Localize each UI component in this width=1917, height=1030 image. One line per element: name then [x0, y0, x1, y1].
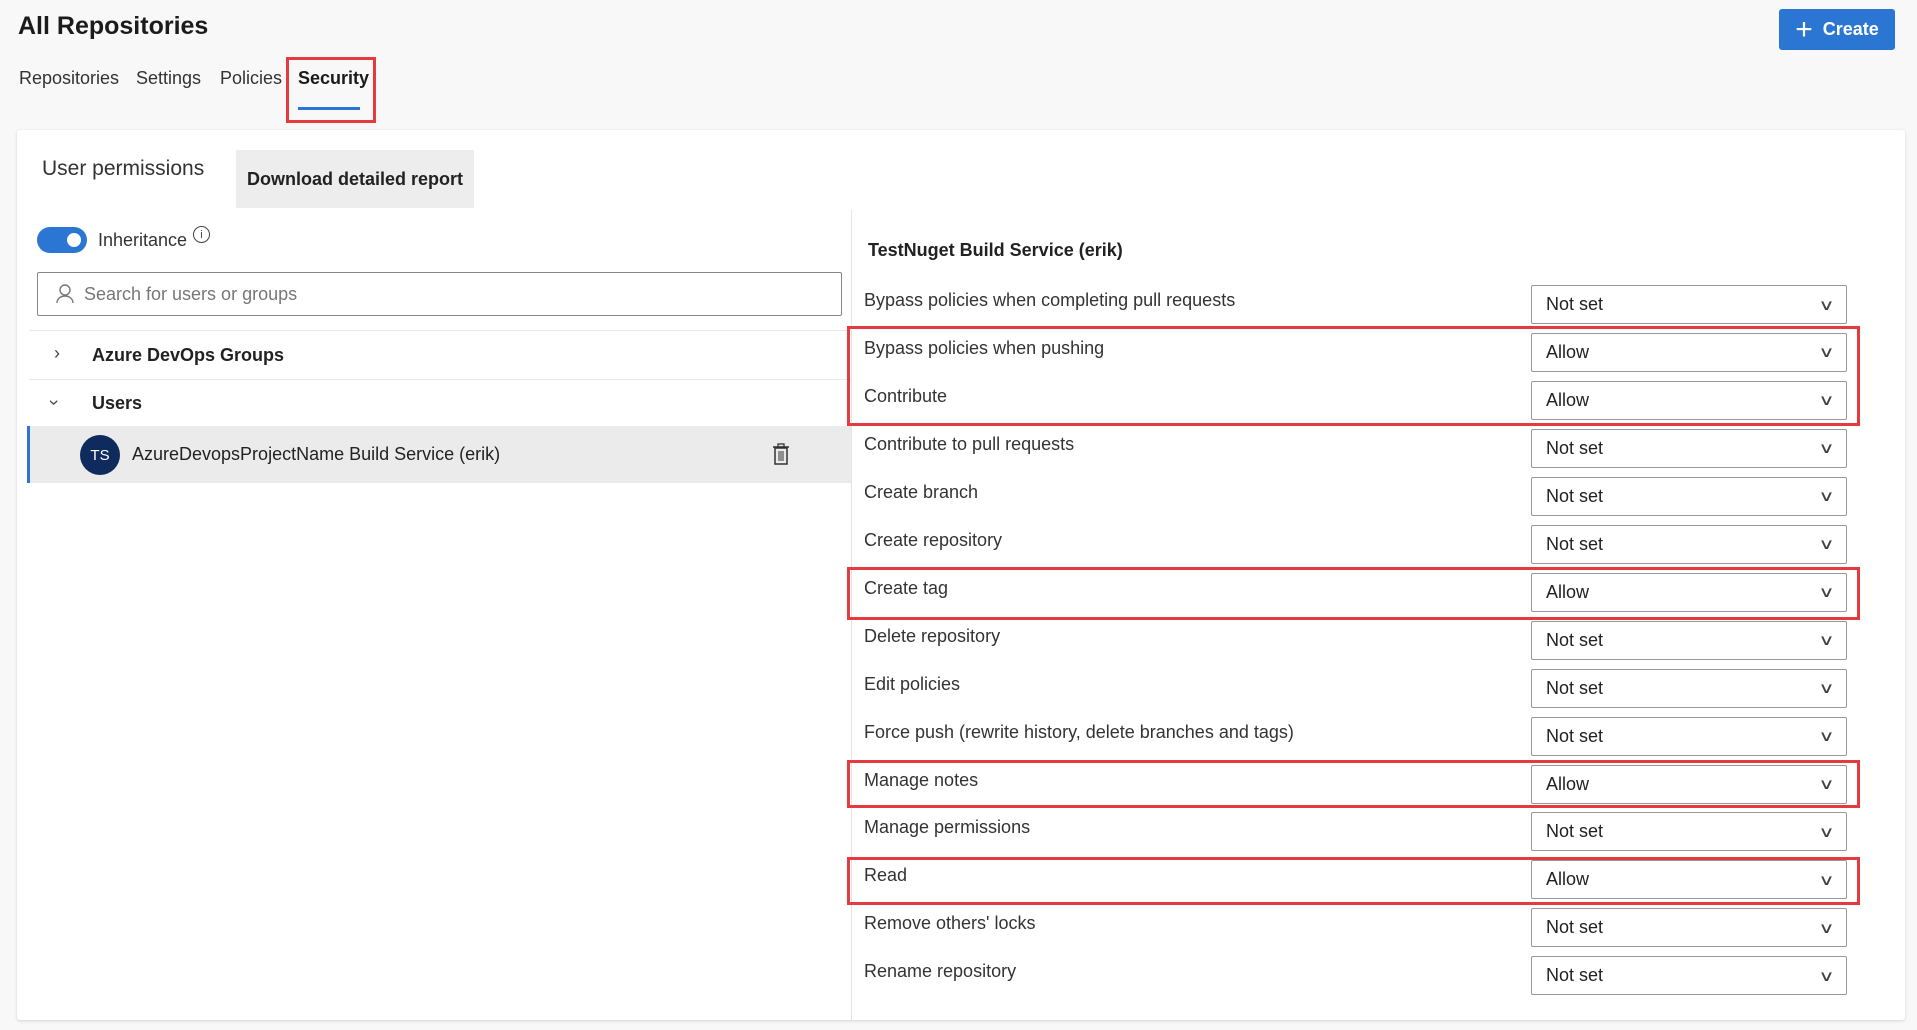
permission-label: Contribute to pull requests: [864, 433, 1075, 454]
permission-dropdown[interactable]: Allow ∨: [1531, 380, 1847, 420]
trash-icon[interactable]: [772, 443, 790, 471]
dropdown-value: Not set: [1546, 485, 1604, 506]
create-button[interactable]: + Create: [1779, 9, 1895, 50]
permission-dropdown[interactable]: Allow ∨: [1531, 860, 1847, 900]
dropdown-value: Not set: [1546, 917, 1604, 938]
permission-dropdown[interactable]: Not set ∨: [1531, 812, 1847, 852]
chevron-down-icon: ∨: [1818, 584, 1835, 602]
chevron-down-icon: ∨: [1818, 296, 1835, 314]
permission-label: Edit policies: [864, 673, 961, 694]
permission-dropdown[interactable]: Not set ∨: [1531, 908, 1847, 948]
dropdown-value: Not set: [1546, 629, 1604, 650]
permission-dropdown[interactable]: Not set ∨: [1531, 524, 1847, 564]
dropdown-value: Not set: [1546, 437, 1604, 458]
chevron-down-icon: ∨: [1818, 392, 1835, 410]
permission-label: Read: [864, 865, 908, 886]
chevron-down-icon: ∨: [1818, 823, 1835, 841]
inheritance-toggle[interactable]: [37, 227, 87, 253]
active-tab-indicator: [298, 107, 360, 110]
group-azure-devops-groups[interactable]: Azure DevOps Groups: [92, 345, 284, 366]
avatar: TS: [80, 435, 120, 475]
chevron-down-icon: ∨: [1818, 919, 1835, 937]
chevron-down-icon: ∨: [1818, 344, 1835, 362]
permission-label: Manage permissions: [864, 817, 1031, 838]
dropdown-value: Not set: [1546, 294, 1604, 314]
permission-label: Rename repository: [864, 961, 1017, 982]
divider: [29, 330, 852, 331]
permission-label: Create repository: [864, 529, 1003, 550]
chevron-down-icon[interactable]: ›: [44, 400, 65, 406]
chevron-down-icon: ∨: [1818, 536, 1835, 554]
permission-dropdown[interactable]: Allow ∨: [1531, 764, 1847, 804]
dropdown-value: Not set: [1546, 965, 1604, 986]
chevron-down-icon: ∨: [1818, 776, 1835, 793]
permission-label: Delete repository: [864, 625, 1001, 646]
permission-label: Contribute: [864, 385, 948, 406]
dropdown-value: Not set: [1546, 677, 1604, 698]
dropdown-value: Allow: [1546, 869, 1590, 890]
permission-dropdown[interactable]: Not set ∨: [1531, 668, 1847, 708]
plus-icon: +: [1795, 12, 1813, 46]
tab-policies[interactable]: Policies: [220, 68, 282, 89]
inheritance-label: Inheritance: [98, 230, 188, 250]
chevron-right-icon[interactable]: ›: [54, 343, 60, 364]
tab-repositories[interactable]: Repositories: [19, 68, 119, 89]
permission-label: Create tag: [864, 577, 949, 598]
permission-dropdown[interactable]: Allow ∨: [1531, 332, 1847, 372]
person-icon: [56, 284, 74, 304]
tab-security[interactable]: Security: [298, 68, 369, 89]
chevron-down-icon: ∨: [1818, 632, 1835, 650]
dropdown-value: Not set: [1546, 821, 1604, 842]
permission-dropdown[interactable]: Not set ∨: [1531, 716, 1847, 756]
tab-settings[interactable]: Settings: [136, 68, 201, 89]
permission-label: Create branch: [864, 481, 979, 502]
permission-label: Force push (rewrite history, delete bran…: [864, 721, 1294, 742]
permission-dropdown[interactable]: Not set ∨: [1531, 956, 1847, 996]
chevron-down-icon: ∨: [1818, 728, 1835, 746]
panel-divider: [851, 210, 852, 1020]
create-label: Create: [1822, 19, 1879, 39]
permission-dropdown[interactable]: Allow ∨: [1531, 572, 1847, 612]
search-input[interactable]: Search for users or groups: [37, 272, 842, 316]
user-permissions-heading: User permissions: [42, 157, 205, 180]
permission-label: Bypass policies when completing pull req…: [864, 290, 1236, 310]
dropdown-value: Allow: [1546, 389, 1590, 410]
dropdown-value: Allow: [1546, 581, 1590, 602]
divider: [29, 379, 852, 380]
dropdown-value: Not set: [1546, 725, 1604, 746]
chevron-down-icon: ∨: [1818, 967, 1835, 985]
dropdown-value: Allow: [1546, 773, 1590, 794]
highlight-box-security-tab: [286, 57, 376, 123]
dropdown-value: Allow: [1546, 341, 1590, 362]
permission-dropdown[interactable]: Not set ∨: [1531, 476, 1847, 516]
chevron-down-icon: ∨: [1818, 871, 1835, 889]
identity-name: TestNuget Build Service (erik): [868, 240, 1123, 260]
group-users[interactable]: Users: [92, 393, 142, 414]
permission-dropdown[interactable]: Not set ∨: [1531, 620, 1847, 660]
page-title: All Repositories: [18, 12, 209, 40]
search-placeholder: Search for users or groups: [84, 283, 298, 304]
user-name: AzureDevopsProjectName Build Service (er…: [132, 444, 501, 464]
info-icon[interactable]: i: [193, 226, 210, 243]
download-report-button[interactable]: Download detailed report: [236, 150, 474, 208]
chevron-down-icon: ∨: [1818, 680, 1835, 698]
permission-dropdown[interactable]: Not set ∨: [1531, 428, 1847, 468]
dropdown-value: Not set: [1546, 533, 1604, 554]
permission-label: Remove others' locks: [864, 913, 1036, 934]
permission-label: Manage notes: [864, 769, 979, 790]
chevron-down-icon: ∨: [1818, 488, 1835, 506]
chevron-down-icon: ∨: [1818, 440, 1835, 458]
permission-label: Bypass policies when pushing: [864, 337, 1105, 358]
permission-dropdown[interactable]: Not set ∨: [1531, 285, 1847, 324]
